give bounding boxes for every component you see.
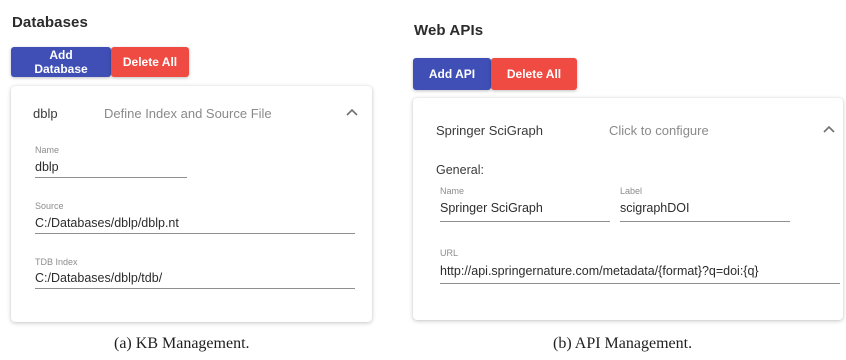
card-name[interactable]: Springer SciGraph: [436, 123, 543, 138]
card-description[interactable]: Click to configure: [609, 123, 709, 138]
tdb-index-field-label: TDB Index: [35, 257, 78, 267]
label-field[interactable]: scigraphDOI: [620, 201, 689, 215]
databases-title: Databases: [12, 14, 88, 31]
name-field-label: Name: [440, 186, 465, 196]
chevron-up-icon[interactable]: [822, 124, 836, 134]
caption-kb-management: (a) KB Management.: [114, 335, 250, 352]
name-field[interactable]: dblp: [35, 160, 59, 174]
label-field-underline: [620, 221, 790, 222]
api-card-springer-scigraph: Springer SciGraph Click to configure Gen…: [413, 98, 843, 320]
source-field-underline: [35, 233, 355, 234]
source-field-label: Source: [35, 201, 64, 211]
name-field[interactable]: Springer SciGraph: [440, 201, 543, 215]
add-database-button[interactable]: Add Database: [11, 47, 111, 77]
url-field-label: URL: [440, 248, 459, 258]
source-field[interactable]: C:/Databases/dblp/dblp.nt: [35, 216, 179, 230]
delete-all-databases-button[interactable]: Delete All: [111, 47, 189, 77]
caption-api-management: (b) API Management.: [553, 335, 693, 352]
database-card-dblp: dblp Define Index and Source File Name d…: [11, 86, 372, 322]
add-api-button[interactable]: Add API: [413, 58, 491, 90]
label-field-label: Label: [620, 186, 643, 196]
name-field-underline: [35, 177, 187, 178]
chevron-up-icon[interactable]: [345, 107, 359, 117]
card-name[interactable]: dblp: [33, 106, 58, 121]
url-field[interactable]: http://api.springernature.com/metadata/{…: [440, 264, 759, 278]
delete-all-apis-button[interactable]: Delete All: [491, 58, 577, 90]
general-section-label: General:: [436, 163, 484, 177]
tdb-index-field[interactable]: C:/Databases/dblp/tdb/: [35, 271, 162, 285]
card-description[interactable]: Define Index and Source File: [104, 106, 272, 121]
url-field-underline: [440, 283, 840, 284]
name-field-underline: [440, 221, 610, 222]
web-apis-title: Web APIs: [414, 22, 484, 39]
tdb-index-field-underline: [35, 288, 355, 289]
name-field-label: Name: [35, 145, 60, 155]
